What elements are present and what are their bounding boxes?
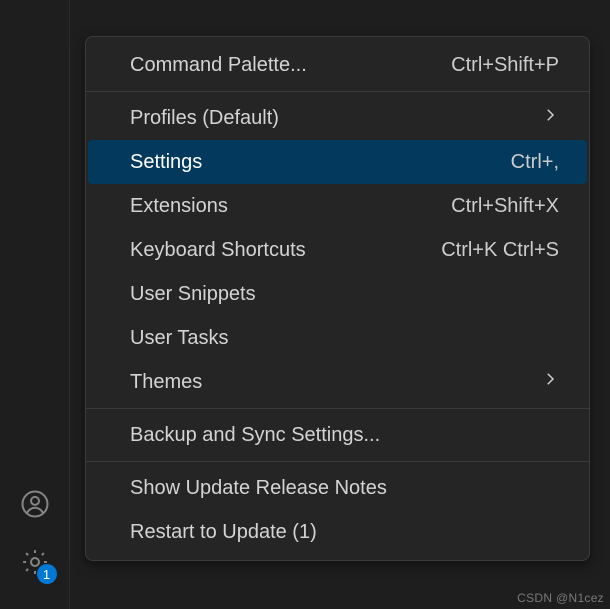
menu-separator <box>86 91 589 92</box>
activity-bar: 1 <box>0 0 70 609</box>
menu-shortcut: Ctrl+Shift+P <box>451 54 559 77</box>
menu-item-user-snippets[interactable]: User Snippets <box>86 272 589 316</box>
menu-shortcut: Ctrl+, <box>511 151 559 174</box>
accounts-icon[interactable] <box>15 484 55 524</box>
menu-label: Command Palette... <box>130 54 307 77</box>
menu-item-command-palette[interactable]: Command Palette... Ctrl+Shift+P <box>86 43 589 87</box>
menu-item-extensions[interactable]: Extensions Ctrl+Shift+X <box>86 184 589 228</box>
menu-label: Show Update Release Notes <box>130 477 387 500</box>
menu-shortcut: Ctrl+K Ctrl+S <box>441 239 559 262</box>
menu-label: Keyboard Shortcuts <box>130 239 306 262</box>
menu-item-user-tasks[interactable]: User Tasks <box>86 316 589 360</box>
menu-shortcut: Ctrl+Shift+X <box>451 195 559 218</box>
gear-icon[interactable]: 1 <box>15 542 55 582</box>
update-badge: 1 <box>37 564 57 584</box>
chevron-right-icon <box>541 370 559 394</box>
menu-label: Backup and Sync Settings... <box>130 424 380 447</box>
menu-item-restart-update[interactable]: Restart to Update (1) <box>86 510 589 554</box>
watermark-text: CSDN @N1cez <box>517 591 604 605</box>
menu-label: Themes <box>130 371 202 394</box>
menu-separator <box>86 408 589 409</box>
menu-label: User Snippets <box>130 283 256 306</box>
manage-menu: Command Palette... Ctrl+Shift+P Profiles… <box>85 36 590 561</box>
menu-item-keyboard-shortcuts[interactable]: Keyboard Shortcuts Ctrl+K Ctrl+S <box>86 228 589 272</box>
menu-label: Extensions <box>130 195 228 218</box>
menu-item-settings[interactable]: Settings Ctrl+, <box>88 140 587 184</box>
menu-label: User Tasks <box>130 327 229 350</box>
menu-separator <box>86 461 589 462</box>
menu-item-themes[interactable]: Themes <box>86 360 589 404</box>
menu-item-release-notes[interactable]: Show Update Release Notes <box>86 466 589 510</box>
menu-item-backup-sync[interactable]: Backup and Sync Settings... <box>86 413 589 457</box>
menu-item-profiles[interactable]: Profiles (Default) <box>86 96 589 140</box>
menu-label: Restart to Update (1) <box>130 521 317 544</box>
chevron-right-icon <box>541 106 559 130</box>
menu-label: Profiles (Default) <box>130 107 279 130</box>
menu-label: Settings <box>130 151 202 174</box>
